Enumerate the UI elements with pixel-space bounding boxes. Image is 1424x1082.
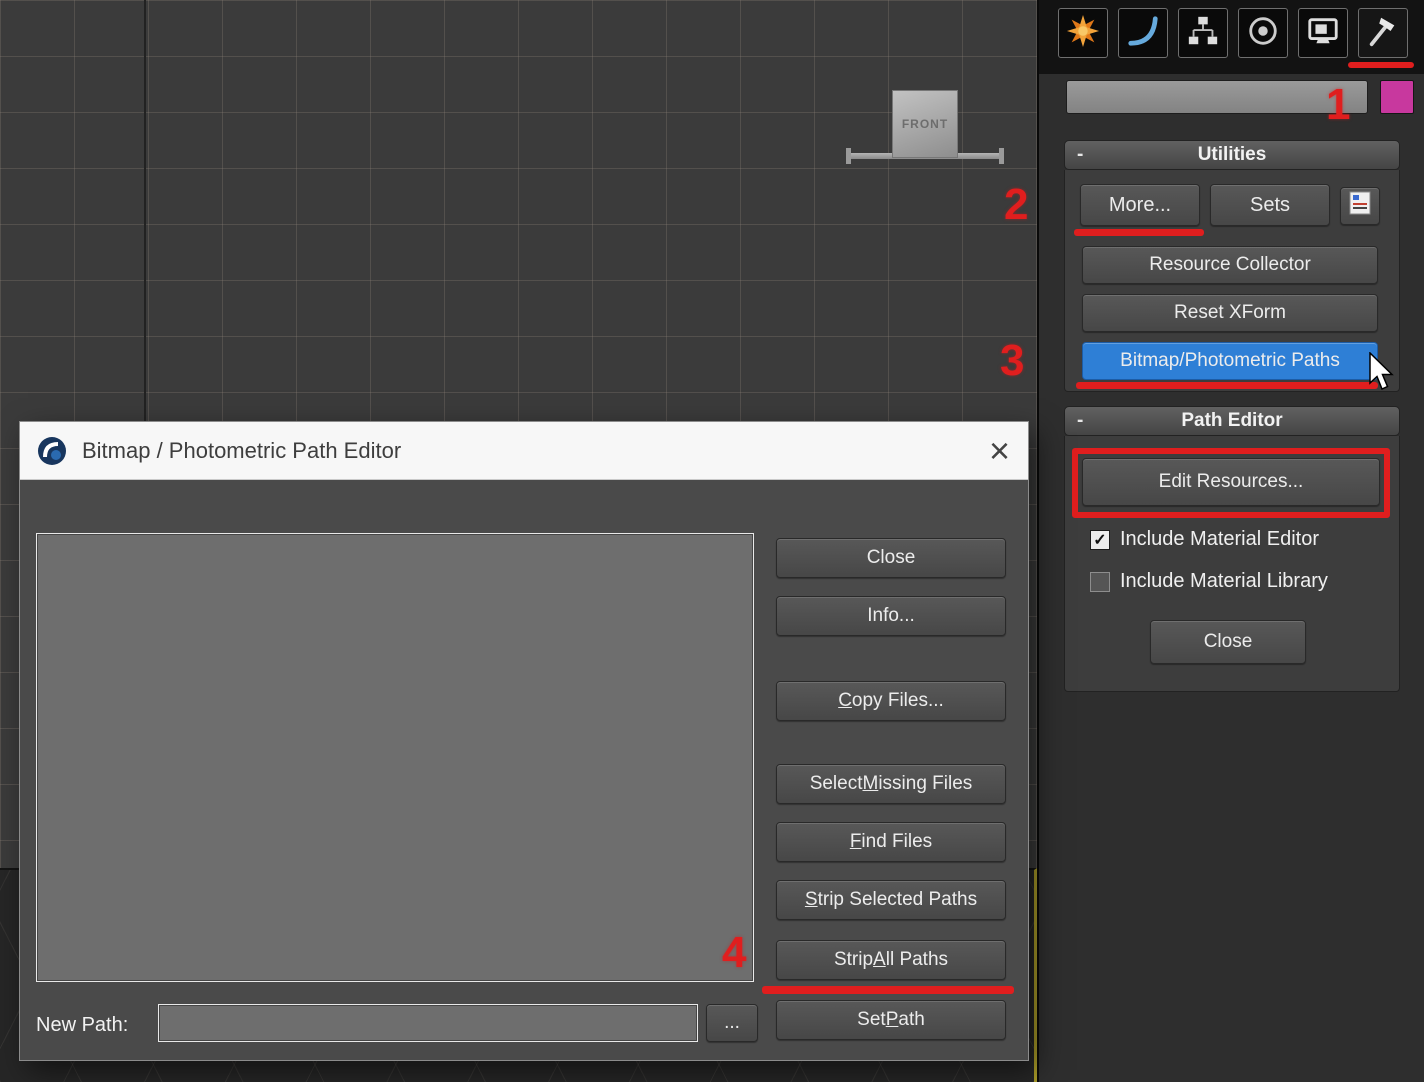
include-material-editor-checkbox[interactable]: ✓	[1090, 530, 1110, 550]
path-editor-rollout-header[interactable]: - Path Editor	[1064, 406, 1400, 436]
collapse-minus-icon: -	[1077, 144, 1084, 165]
button-sets-icon	[1347, 190, 1373, 222]
annotation-underline-strip-all-paths	[762, 986, 1014, 994]
strip-all-paths-button[interactable]: Strip All Paths	[776, 940, 1006, 980]
bitmap-photometric-paths-button[interactable]: Bitmap/Photometric Paths	[1082, 342, 1378, 380]
annotation-step-3: 3	[1000, 336, 1025, 385]
modify-icon	[1126, 14, 1160, 53]
reset-xform-button[interactable]: Reset XForm	[1082, 294, 1378, 332]
dialog-close-button[interactable]: Close	[776, 538, 1006, 578]
utilities-rollout-title: Utilities	[1197, 144, 1267, 165]
tab-create[interactable]	[1058, 8, 1108, 58]
annotation-step-2: 2	[1004, 180, 1029, 229]
front-gizmo-cap-left	[846, 148, 851, 164]
annotation-underline-more	[1074, 229, 1204, 236]
path-editor-dialog: Bitmap / Photometric Path Editor × Close…	[20, 422, 1028, 1060]
dialog-close-icon[interactable]: ×	[989, 426, 1010, 476]
utilities-rollout-header[interactable]: - Utilities	[1064, 140, 1400, 170]
annotation-underline-utilities-tab	[1348, 62, 1414, 68]
tab-utilities[interactable]	[1358, 8, 1408, 58]
annotation-underline-bitmap-paths	[1076, 382, 1378, 389]
tab-motion[interactable]	[1238, 8, 1288, 58]
path-editor-close-button[interactable]: Close	[1150, 620, 1306, 664]
utilities-hammer-icon	[1366, 14, 1400, 53]
object-color-swatch[interactable]	[1380, 80, 1414, 114]
create-icon	[1066, 14, 1100, 53]
annotation-step-4: 4	[722, 928, 747, 977]
include-material-library-label: Include Material Library	[1120, 570, 1328, 592]
resource-collector-button[interactable]: Resource Collector	[1082, 246, 1378, 284]
include-material-library-checkbox[interactable]	[1090, 572, 1110, 592]
front-gizmo-label: FRONT	[901, 117, 949, 131]
threedsmax-logo-icon	[36, 435, 68, 467]
edit-resources-button[interactable]: Edit Resources...	[1082, 458, 1380, 506]
checkmark-icon: ✓	[1093, 532, 1107, 549]
mouse-cursor-icon	[1368, 351, 1396, 399]
include-material-editor-label: Include Material Editor	[1120, 528, 1319, 550]
motion-icon	[1246, 14, 1280, 53]
front-gizmo-cube[interactable]: FRONT	[892, 90, 958, 158]
sets-button[interactable]: Sets	[1210, 184, 1330, 226]
new-path-input[interactable]	[158, 1004, 698, 1042]
path-editor-rollout-title: Path Editor	[1181, 410, 1283, 431]
hierarchy-icon	[1186, 14, 1220, 53]
path-list[interactable]	[36, 533, 754, 982]
set-path-button[interactable]: Set Path	[776, 1000, 1006, 1040]
dialog-title: Bitmap / Photometric Path Editor	[82, 437, 402, 463]
tab-hierarchy[interactable]	[1178, 8, 1228, 58]
more-button[interactable]: More...	[1080, 184, 1200, 226]
select-missing-files-button[interactable]: Select Missing Files	[776, 764, 1006, 804]
front-gizmo-cap-right	[999, 148, 1004, 164]
tab-display[interactable]	[1298, 8, 1348, 58]
tab-modify[interactable]	[1118, 8, 1168, 58]
dialog-titlebar[interactable]: Bitmap / Photometric Path Editor ×	[20, 422, 1028, 480]
collapse-minus-icon: -	[1077, 410, 1084, 431]
configure-button-sets-button[interactable]	[1340, 187, 1380, 225]
info-button[interactable]: Info...	[776, 596, 1006, 636]
new-path-label: New Path:	[36, 1014, 129, 1036]
copy-files-button[interactable]: Copy Files...	[776, 681, 1006, 721]
annotation-step-1: 1	[1326, 80, 1351, 129]
object-name-field[interactable]	[1066, 80, 1368, 114]
find-files-button[interactable]: Find Files	[776, 822, 1006, 862]
browse-path-button[interactable]: ...	[706, 1004, 758, 1042]
display-icon	[1306, 14, 1340, 53]
strip-selected-paths-button[interactable]: Strip Selected Paths	[776, 880, 1006, 920]
screenshot-root: FRONT - Utilities More... Sets Resource …	[0, 0, 1424, 1082]
command-panel: - Utilities More... Sets Resource Collec…	[1037, 0, 1424, 1082]
